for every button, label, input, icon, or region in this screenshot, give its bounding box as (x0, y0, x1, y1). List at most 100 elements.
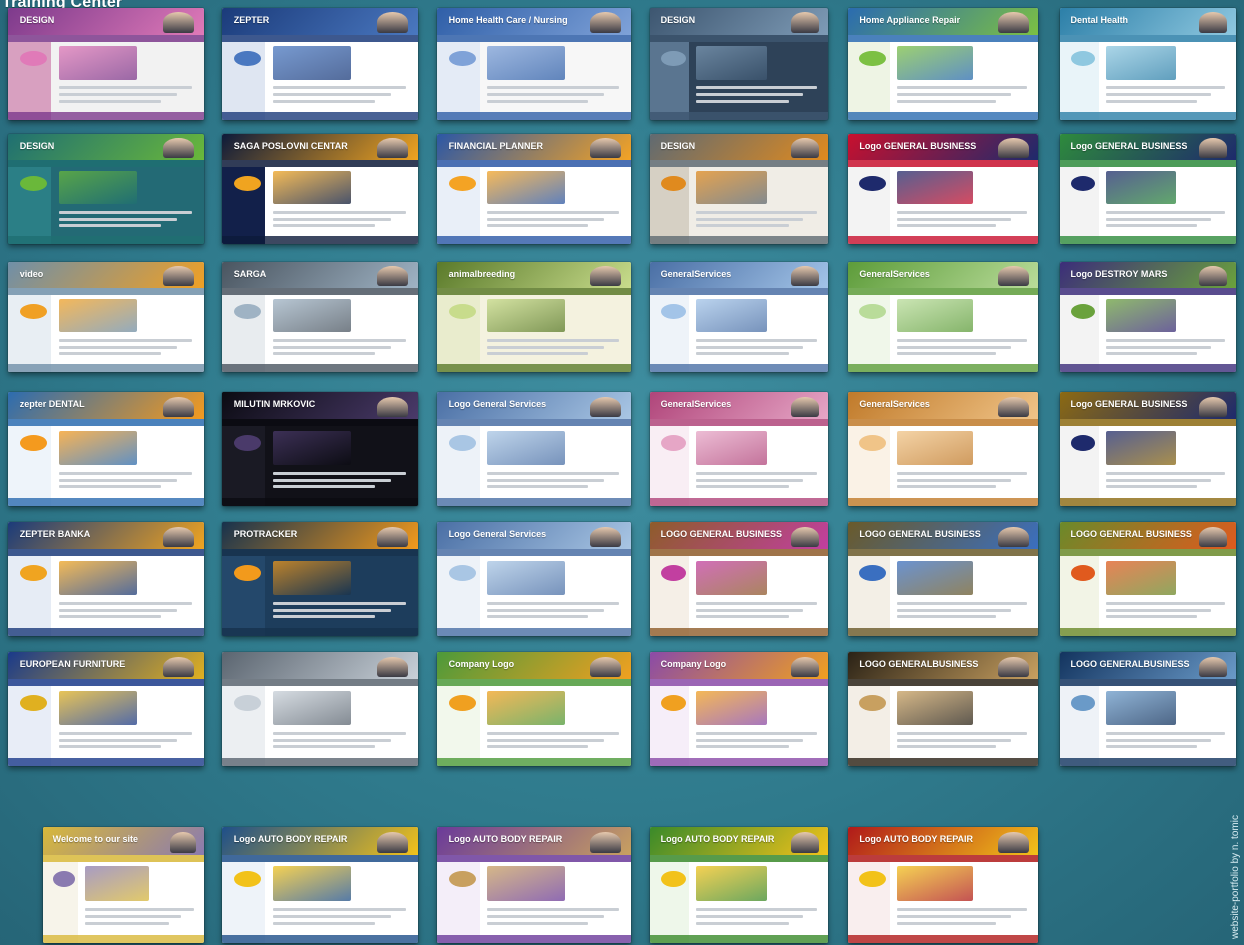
thumb-footer (1060, 364, 1236, 372)
thumb-nav-band (8, 160, 204, 167)
thumb-nav-band (848, 288, 1038, 295)
thumb-silver-corporate[interactable] (222, 652, 418, 766)
thumb-logo-text: LOGO GENERAL BUSINESS (660, 528, 783, 539)
thumb-video-white[interactable]: video (8, 262, 204, 372)
thumb-zepter-training[interactable]: ZEPTER (222, 8, 418, 120)
thumb-text-line (272, 908, 407, 912)
thumb-photo (790, 396, 820, 418)
thumb-text-line (487, 217, 604, 221)
thumb-text-line (897, 99, 997, 103)
thumb-hero-image (1105, 560, 1177, 595)
thumb-footer (8, 112, 204, 120)
thumb-photo (170, 831, 196, 853)
thumb-text-line (487, 224, 589, 228)
thumb-logo-general-services-2[interactable]: Logo General Services (437, 522, 631, 636)
thumb-sarga-dms[interactable]: SARGA (222, 262, 418, 372)
thumb-logo-text: EUROPEAN FURNITURE (19, 658, 126, 669)
thumb-company-logo-purple[interactable]: Company Logo (650, 652, 828, 766)
thumb-welcome-yellow[interactable]: Welcome to our site (43, 827, 204, 943)
thumb-design-green-arrow[interactable]: DESIGN (8, 134, 204, 244)
thumb-general-services-pink[interactable]: GeneralServices (650, 392, 828, 506)
thumb-photo (998, 396, 1029, 418)
thumb-text-line (696, 217, 804, 221)
thumb-text-line (897, 224, 997, 228)
thumb-nav-band (848, 160, 1038, 167)
thumb-nav-band (437, 679, 631, 687)
thumb-text-line (58, 339, 193, 342)
thumb-hero-image (487, 299, 566, 333)
thumb-logo-text: Logo AUTO BODY REPAIR (233, 833, 348, 844)
thumb-logo-generalbusiness-dark[interactable]: LOGO GENERALBUSINESS (848, 652, 1038, 766)
thumb-hero-image (696, 299, 768, 333)
thumb-text-line (696, 339, 818, 342)
thumb-hero-image (696, 560, 768, 595)
thumb-logo-general-purple[interactable]: Logo DESTROY MARS (1060, 262, 1236, 372)
thumb-logo-general-business-magenta[interactable]: LOGO GENERAL BUSINESS (650, 522, 828, 636)
thumb-text-line (696, 745, 789, 749)
thumb-accent-icon (660, 871, 686, 888)
thumb-logo-text: Logo GENERAL BUSINESS (859, 140, 977, 151)
thumb-text-line (897, 745, 997, 749)
thumb-home-health-care[interactable]: Home Health Care / Nursing (437, 8, 631, 120)
thumb-financial-planner[interactable]: FINANCIAL PLANNER (437, 134, 631, 244)
thumb-european-furniture[interactable]: EUROPEAN FURNITURE (8, 652, 204, 766)
thumb-text-line (58, 478, 177, 482)
thumb-footer (222, 628, 418, 636)
thumb-text-line (58, 608, 177, 612)
thumb-text-line (272, 922, 375, 926)
thumb-text-line (696, 915, 804, 919)
thumb-accent-icon (448, 695, 476, 712)
thumb-logo-general-services-1[interactable]: Logo General Services (437, 392, 631, 506)
thumb-hero-image (58, 430, 138, 465)
thumb-auto-body-green[interactable]: Logo AUTO BODY REPAIR (650, 827, 828, 943)
thumb-auto-body-red[interactable]: Logo AUTO BODY REPAIR (848, 827, 1038, 943)
thumb-design-brown[interactable]: DESIGN (650, 134, 828, 244)
thumb-logo-text: FINANCIAL PLANNER (448, 140, 543, 151)
thumb-photo (376, 12, 409, 33)
thumb-saga-poslovni[interactable]: SAGA POSLOVNI CENTAR (222, 134, 418, 244)
thumb-logo-general-green[interactable]: Logo GENERAL BUSINESS (1060, 134, 1236, 244)
thumb-hero-image (1105, 690, 1177, 725)
thumb-general-services-orange[interactable]: GeneralServices (848, 392, 1038, 506)
thumb-hero-image (897, 171, 974, 205)
thumb-text-line (272, 345, 391, 349)
thumb-text-line (487, 345, 604, 349)
thumb-auto-body-purple[interactable]: Logo AUTO BODY REPAIR (437, 827, 631, 943)
thumb-photo (998, 138, 1029, 159)
thumb-logo-general-gold[interactable]: Logo GENERAL BUSINESS (1060, 392, 1236, 506)
thumb-text-line (1105, 99, 1198, 103)
thumb-zepter-dental[interactable]: zepter DENTAL (8, 392, 204, 506)
thumb-photo (1199, 138, 1228, 159)
thumb-general-services-blue[interactable]: GeneralServices (650, 262, 828, 372)
thumb-accent-icon (660, 175, 686, 192)
thumb-zepter-banking[interactable]: ZEPTER BANKA (8, 522, 204, 636)
thumb-general-services-green[interactable]: GeneralServices (848, 262, 1038, 372)
thumb-text-line (897, 731, 1027, 735)
thumb-photo (162, 396, 195, 418)
thumb-logo-text: Dental Health (1070, 14, 1129, 25)
thumb-company-logo-green[interactable]: Company Logo (437, 652, 631, 766)
thumb-text-line (272, 471, 407, 475)
thumb-dental-health[interactable]: Dental Health (1060, 8, 1236, 120)
thumb-auto-body-blue[interactable]: Logo AUTO BODY REPAIR (222, 827, 418, 943)
thumb-design-dark[interactable]: DESIGN (650, 8, 828, 120)
thumb-logo-general-red[interactable]: Logo GENERAL BUSINESS (848, 134, 1038, 244)
thumb-animal-breeding[interactable]: animalbreeding (437, 262, 631, 372)
thumb-footer (222, 364, 418, 372)
thumb-nav-band (437, 34, 631, 42)
thumb-design-2005[interactable]: DESIGN (8, 8, 204, 120)
thumb-text-line (272, 915, 391, 919)
thumb-logo-general-business-blue[interactable]: LOGO GENERAL BUSINESS (848, 522, 1038, 636)
thumb-accent-icon (859, 50, 886, 67)
thumb-accent-icon (448, 303, 476, 320)
thumb-nav-band (437, 854, 631, 862)
thumb-text-line (487, 86, 620, 90)
thumb-milutin-mrkovic[interactable]: MILUTIN MRKOVIC (222, 392, 418, 506)
thumb-logo-text: Logo GENERAL BUSINESS (1070, 398, 1188, 409)
thumb-home-appliance-repair[interactable]: Home Appliance Repair (848, 8, 1038, 120)
thumb-photo (790, 526, 820, 548)
thumb-logo-generalbusiness-navy[interactable]: LOGO GENERALBUSINESS (1060, 652, 1236, 766)
thumb-logo-general-business-green[interactable]: LOGO GENERAL BUSINESS (1060, 522, 1236, 636)
thumb-text-line (84, 922, 169, 926)
thumb-protracker[interactable]: PROTRACKER (222, 522, 418, 636)
